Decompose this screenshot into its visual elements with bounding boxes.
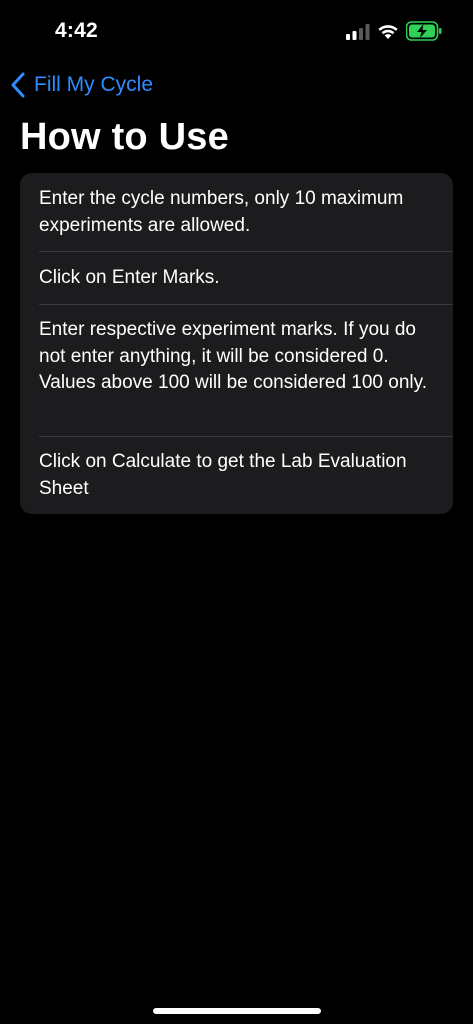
instruction-text: Enter the cycle numbers, only 10 maximum… xyxy=(39,188,404,236)
wifi-icon xyxy=(378,25,398,39)
instruction-text: Click on Enter Marks. xyxy=(39,267,220,288)
page-title: How to Use xyxy=(20,116,229,158)
list-item: Enter respective experiment marks. If yo… xyxy=(20,317,453,397)
instructions-list: Enter the cycle numbers, only 10 maximum… xyxy=(20,173,453,514)
battery-charging-icon xyxy=(406,21,442,41)
row-divider xyxy=(39,251,453,252)
list-item: Click on Calculate to get the Lab Evalua… xyxy=(20,449,453,502)
status-bar: 4:42 xyxy=(0,0,473,64)
row-divider xyxy=(39,436,453,437)
list-item: Click on Enter Marks. xyxy=(20,265,453,292)
row-divider xyxy=(39,304,453,305)
list-item: Enter the cycle numbers, only 10 maximum… xyxy=(20,186,453,239)
cellular-signal-icon xyxy=(346,24,370,40)
status-time: 4:42 xyxy=(55,19,98,42)
back-button[interactable]: Fill My Cycle xyxy=(10,70,153,100)
back-button-label: Fill My Cycle xyxy=(34,73,153,96)
chevron-left-icon xyxy=(11,72,25,98)
instruction-text: Enter respective experiment marks. If yo… xyxy=(39,319,427,393)
instruction-text: Click on Calculate to get the Lab Evalua… xyxy=(39,451,407,499)
home-indicator[interactable] xyxy=(153,1008,321,1014)
